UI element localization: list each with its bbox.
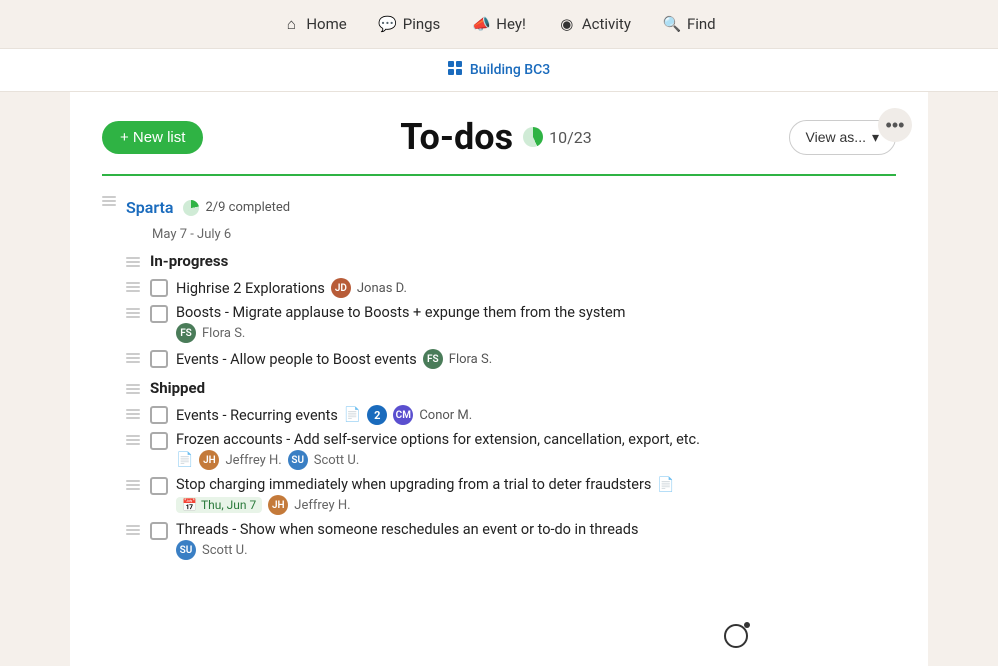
new-list-button[interactable]: + New list xyxy=(102,121,203,154)
todo-list-content: Sparta 2/9 completed May 7 - July 6 In-p… xyxy=(70,176,928,584)
todos-header: + New list To-dos 10/23 View as... ▾ xyxy=(70,92,928,174)
nav-home[interactable]: ⌂ Home xyxy=(282,15,346,33)
todo-item: Boosts - Migrate applause to Boosts + ex… xyxy=(126,304,896,343)
main-content: ••• + New list To-dos 10/23 View as... ▾ xyxy=(70,92,928,666)
todo-checkbox[interactable] xyxy=(150,350,168,368)
section-drag-handle[interactable] xyxy=(126,255,142,267)
todo-text-wrap: Stop charging immediately when upgrading… xyxy=(176,476,896,515)
sparta-list-row: Sparta 2/9 completed May 7 - July 6 In-p… xyxy=(102,192,896,566)
options-button[interactable]: ••• xyxy=(878,108,912,142)
nav-find[interactable]: 🔍 Find xyxy=(663,15,716,33)
avatar: JH xyxy=(268,495,288,515)
item-drag-handle[interactable] xyxy=(126,405,142,419)
breadcrumb-link[interactable]: Building BC3 xyxy=(448,61,550,79)
todo-checkbox[interactable] xyxy=(150,406,168,424)
item-drag-handle[interactable] xyxy=(126,521,142,535)
sparta-link[interactable]: Sparta xyxy=(126,198,173,217)
todo-text-wrap: Highrise 2 Explorations JD Jonas D. xyxy=(176,278,896,298)
top-navigation: ⌂ Home 💬 Pings 📣 Hey! ◉ Activity 🔍 Find xyxy=(0,0,998,48)
sparta-header: Sparta 2/9 completed xyxy=(126,192,896,223)
hey-icon: 📣 xyxy=(472,15,490,33)
drag-handle[interactable] xyxy=(102,192,118,206)
todo-item: Stop charging immediately when upgrading… xyxy=(126,476,896,515)
activity-icon: ◉ xyxy=(558,15,576,33)
item-drag-handle[interactable] xyxy=(126,476,142,490)
home-icon: ⌂ xyxy=(282,15,300,33)
todos-title-group: To-dos 10/23 xyxy=(400,116,591,158)
todo-text-wrap: Threads - Show when someone reschedules … xyxy=(176,521,896,560)
doc-icon: 📄 xyxy=(344,407,361,423)
date-chip: 📅 Thu, Jun 7 xyxy=(176,497,262,513)
todo-item: Frozen accounts - Add self-service optio… xyxy=(126,431,896,470)
breadcrumb-bar: Building BC3 xyxy=(0,48,998,92)
avatar: JD xyxy=(331,278,351,298)
progress-circle-icon xyxy=(523,127,543,147)
avatar: JH xyxy=(199,450,219,470)
todo-item: Threads - Show when someone reschedules … xyxy=(126,521,896,560)
todo-checkbox[interactable] xyxy=(150,522,168,540)
todos-progress: 10/23 xyxy=(523,127,592,147)
section-drag-handle[interactable] xyxy=(126,382,142,394)
todo-text-wrap: Boosts - Migrate applause to Boosts + ex… xyxy=(176,304,896,343)
pings-icon: 💬 xyxy=(379,15,397,33)
nav-hey[interactable]: 📣 Hey! xyxy=(472,15,526,33)
todo-checkbox[interactable] xyxy=(150,279,168,297)
todo-text-wrap: Events - Recurring events 📄 2 CM Conor M… xyxy=(176,405,896,425)
avatar: SU xyxy=(288,450,308,470)
chevron-down-icon: ▾ xyxy=(872,129,879,146)
todo-checkbox[interactable] xyxy=(150,305,168,323)
calendar-icon: 📅 xyxy=(182,498,197,512)
breadcrumb-label: Building BC3 xyxy=(470,62,550,78)
todo-item: Events - Allow people to Boost events FS… xyxy=(126,349,896,369)
nav-pings[interactable]: 💬 Pings xyxy=(379,15,441,33)
doc-icon: 📄 xyxy=(176,452,193,468)
item-drag-handle[interactable] xyxy=(126,431,142,445)
breadcrumb-grid-icon xyxy=(448,61,462,79)
item-drag-handle[interactable] xyxy=(126,278,142,292)
sparta-progress: 2/9 completed xyxy=(183,200,290,216)
cursor-indicator xyxy=(724,624,748,648)
todo-checkbox[interactable] xyxy=(150,477,168,495)
section-heading-in-progress: In-progress xyxy=(126,252,896,270)
page-title: To-dos xyxy=(400,116,513,158)
item-drag-handle[interactable] xyxy=(126,304,142,318)
avatar: FS xyxy=(423,349,443,369)
item-drag-handle[interactable] xyxy=(126,349,142,363)
badge: 2 xyxy=(367,405,387,425)
todo-text-wrap: Events - Allow people to Boost events FS… xyxy=(176,349,896,369)
todo-checkbox[interactable] xyxy=(150,432,168,450)
sparta-progress-circle xyxy=(183,200,199,216)
sparta-date-range: May 7 - July 6 xyxy=(152,227,896,242)
avatar: CM xyxy=(393,405,413,425)
nav-activity[interactable]: ◉ Activity xyxy=(558,15,631,33)
todo-item: Events - Recurring events 📄 2 CM Conor M… xyxy=(126,405,896,425)
avatar: SU xyxy=(176,540,196,560)
find-icon: 🔍 xyxy=(663,15,681,33)
avatar: FS xyxy=(176,323,196,343)
section-heading-shipped: Shipped xyxy=(126,379,896,397)
todo-item: Highrise 2 Explorations JD Jonas D. xyxy=(126,278,896,298)
todo-text-wrap: Frozen accounts - Add self-service optio… xyxy=(176,431,896,470)
doc-icon: 📄 xyxy=(657,477,674,493)
